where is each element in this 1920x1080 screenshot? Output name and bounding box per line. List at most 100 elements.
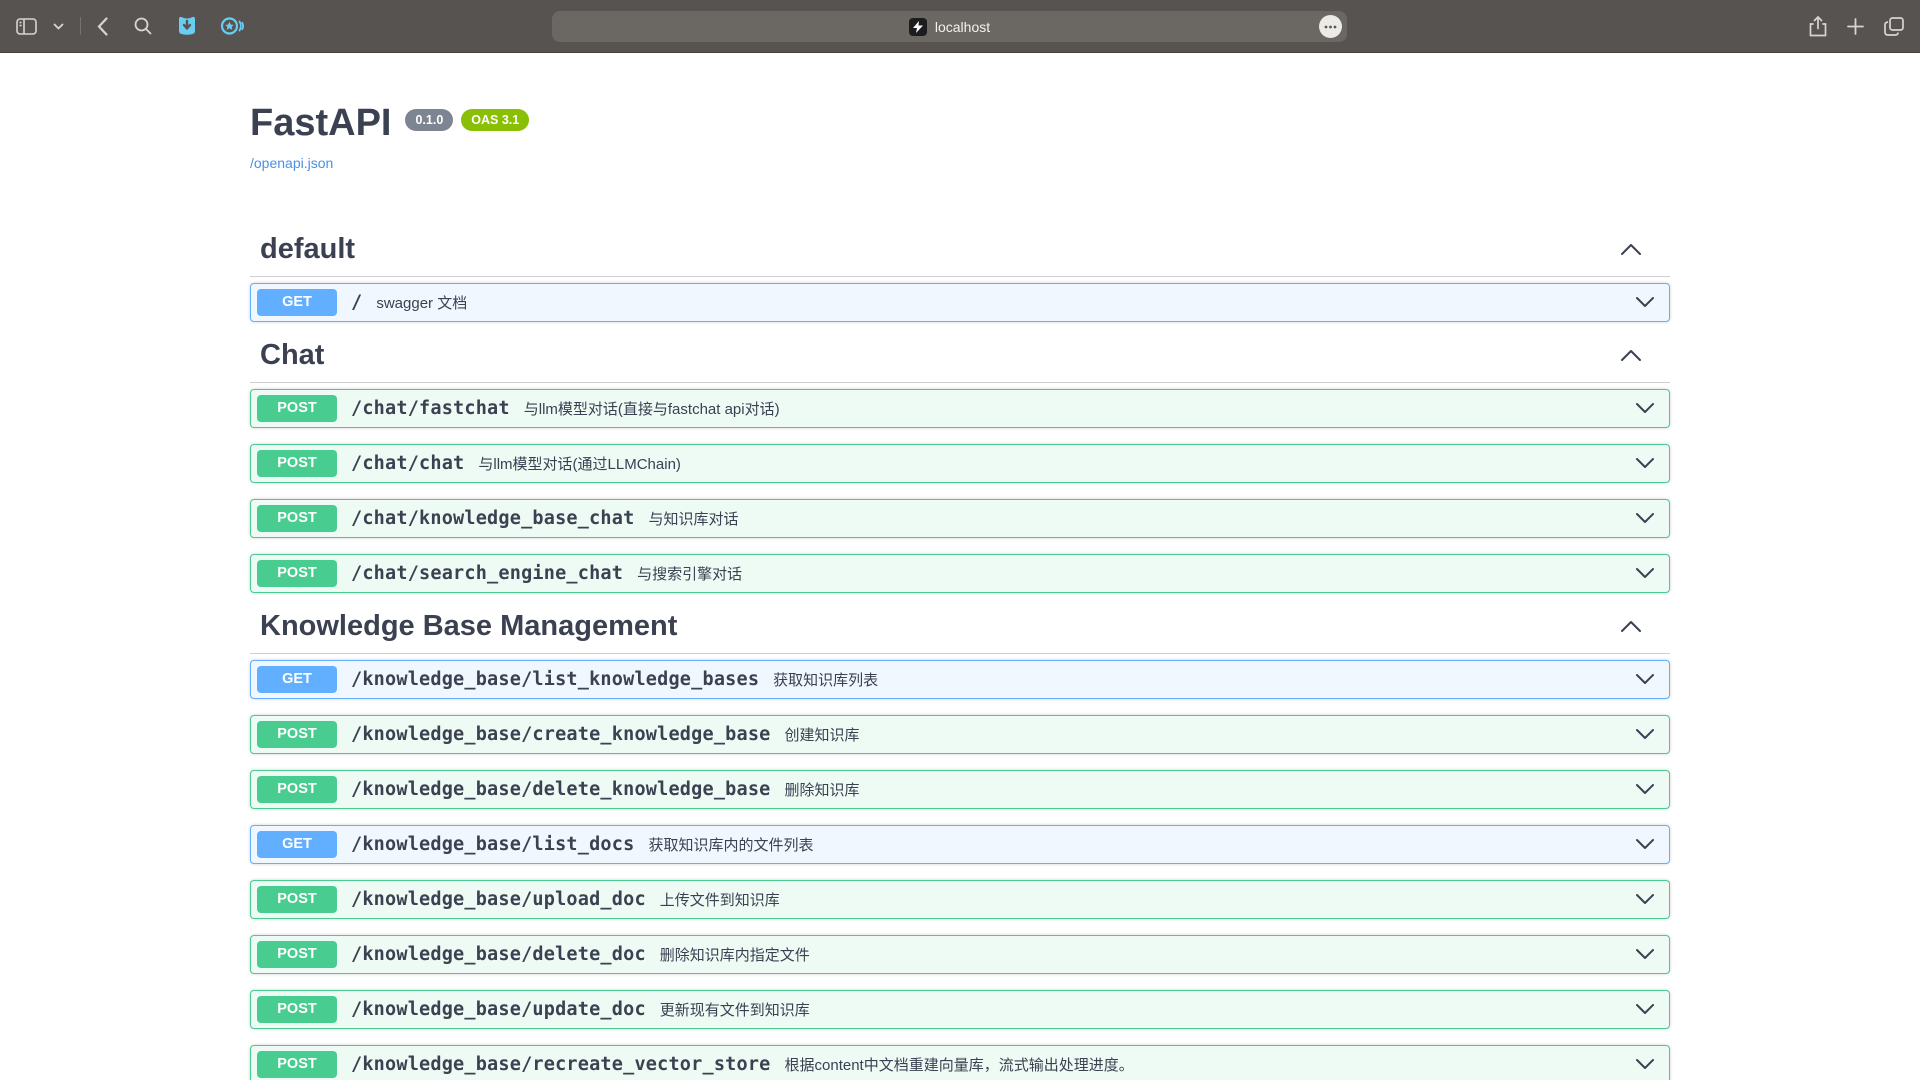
section-title: default [260,233,355,266]
new-tab-icon[interactable] [1847,18,1864,35]
endpoint-row[interactable]: POST /chat/chat 与llm模型对话(通过LLMChain) [250,444,1670,483]
endpoint-path: /chat/fastchat [351,398,510,419]
endpoint-path: /chat/knowledge_base_chat [351,508,634,529]
version-badge: 0.1.0 [405,109,453,131]
oas-badge: OAS 3.1 [461,109,529,131]
collapse-chevron-up-icon[interactable] [1620,620,1642,633]
toolbar-separator [80,17,81,35]
expand-chevron-down-icon[interactable] [1635,1058,1655,1070]
tabs-overview-icon[interactable] [1884,17,1904,36]
endpoint-row[interactable]: POST /chat/fastchat 与llm模型对话(直接与fastchat… [250,389,1670,428]
method-badge: GET [257,831,337,858]
endpoint-row[interactable]: POST /knowledge_base/create_knowledge_ba… [250,715,1670,754]
endpoint-description: 删除知识库内指定文件 [660,944,810,965]
section-rows: POST /chat/fastchat 与llm模型对话(直接与fastchat… [250,389,1670,593]
url-text: localhost [935,19,990,35]
browser-toolbar: localhost [0,0,1920,53]
endpoint-path: /knowledge_base/delete_knowledge_base [351,779,771,800]
endpoint-path: / [351,292,362,313]
method-badge: POST [257,505,337,532]
section-header[interactable]: Chat [250,339,1670,383]
endpoint-row[interactable]: POST /chat/search_engine_chat 与搜索引擎对话 [250,554,1670,593]
expand-chevron-down-icon[interactable] [1635,457,1655,469]
endpoint-row[interactable]: POST /knowledge_base/delete_knowledge_ba… [250,770,1670,809]
endpoint-description: 更新现有文件到知识库 [660,999,810,1020]
api-section: Knowledge Base Management GET /knowledge… [250,610,1670,1080]
method-badge: GET [257,666,337,693]
method-badge: POST [257,886,337,913]
expand-chevron-down-icon[interactable] [1635,783,1655,795]
section-header[interactable]: Knowledge Base Management [250,610,1670,654]
endpoint-description: 创建知识库 [785,724,860,745]
api-section: Chat POST /chat/fastchat 与llm模型对话(直接与fas… [250,339,1670,593]
endpoint-path: /chat/chat [351,453,464,474]
address-bar[interactable]: localhost [552,11,1347,42]
expand-chevron-down-icon[interactable] [1635,296,1655,308]
endpoint-row[interactable]: GET /knowledge_base/list_docs 获取知识库内的文件列… [250,825,1670,864]
expand-chevron-down-icon[interactable] [1635,567,1655,579]
endpoint-path: /knowledge_base/create_knowledge_base [351,724,771,745]
method-badge: POST [257,941,337,968]
expand-chevron-down-icon[interactable] [1635,893,1655,905]
collapse-chevron-up-icon[interactable] [1620,349,1642,362]
sidebar-icon[interactable] [16,18,37,35]
expand-chevron-down-icon[interactable] [1635,1003,1655,1015]
section-rows: GET /knowledge_base/list_knowledge_bases… [250,660,1670,1080]
more-options-icon[interactable] [1319,15,1342,38]
endpoint-description: 获取知识库列表 [773,669,878,690]
endpoint-row[interactable]: POST /knowledge_base/update_doc 更新现有文件到知… [250,990,1670,1029]
openapi-spec-link[interactable]: /openapi.json [250,155,333,171]
sidebar-chevron-down-icon[interactable] [53,23,64,30]
endpoint-description: 删除知识库 [785,779,860,800]
method-badge: POST [257,450,337,477]
endpoint-row[interactable]: GET / swagger 文档 [250,283,1670,322]
endpoint-row[interactable]: POST /chat/knowledge_base_chat 与知识库对话 [250,499,1670,538]
endpoint-path: /knowledge_base/recreate_vector_store [351,1054,771,1075]
share-icon[interactable] [1809,16,1827,37]
endpoint-row[interactable]: POST /knowledge_base/recreate_vector_sto… [250,1045,1670,1080]
site-favicon [909,18,927,36]
expand-chevron-down-icon[interactable] [1635,948,1655,960]
expand-chevron-down-icon[interactable] [1635,728,1655,740]
section-header[interactable]: default [250,233,1670,277]
method-badge: POST [257,395,337,422]
endpoint-description: 与知识库对话 [648,508,738,529]
back-icon[interactable] [97,17,108,36]
method-badge: POST [257,1051,337,1078]
api-section: default GET / swagger 文档 [250,233,1670,322]
section-title: Knowledge Base Management [260,610,677,643]
endpoint-row[interactable]: POST /knowledge_base/delete_doc 删除知识库内指定… [250,935,1670,974]
expand-chevron-down-icon[interactable] [1635,402,1655,414]
endpoint-description: 与llm模型对话(直接与fastchat api对话) [524,398,780,419]
method-badge: POST [257,776,337,803]
method-badge: POST [257,996,337,1023]
endpoint-description: swagger 文档 [376,292,467,313]
method-badge: GET [257,289,337,316]
endpoint-description: 获取知识库内的文件列表 [648,834,813,855]
endpoint-description: 根据content中文档重建向量库，流式输出处理进度。 [785,1054,1134,1075]
method-badge: POST [257,721,337,748]
endpoint-row[interactable]: POST /knowledge_base/upload_doc 上传文件到知识库 [250,880,1670,919]
collapse-chevron-up-icon[interactable] [1620,243,1642,256]
endpoint-path: /knowledge_base/upload_doc [351,889,646,910]
api-title: FastAPI [250,103,391,145]
endpoint-path: /knowledge_base/delete_doc [351,944,646,965]
method-badge: POST [257,560,337,587]
api-info: FastAPI 0.1.0 OAS 3.1 /openapi.json [250,53,1670,173]
extension-star-broadcast-icon[interactable] [220,15,246,37]
endpoint-path: /knowledge_base/list_knowledge_bases [351,669,759,690]
endpoint-row[interactable]: GET /knowledge_base/list_knowledge_bases… [250,660,1670,699]
extension-shield-download-icon[interactable] [176,15,198,37]
expand-chevron-down-icon[interactable] [1635,838,1655,850]
section-title: Chat [260,339,324,372]
endpoint-path: /knowledge_base/update_doc [351,999,646,1020]
search-icon[interactable] [134,17,152,35]
endpoint-description: 与搜索引擎对话 [637,563,742,584]
sections: default GET / swagger 文档 Chat POST /chat… [250,233,1670,1080]
endpoint-path: /knowledge_base/list_docs [351,834,634,855]
endpoint-description: 与llm模型对话(通过LLMChain) [478,453,681,474]
endpoint-path: /chat/search_engine_chat [351,563,623,584]
expand-chevron-down-icon[interactable] [1635,673,1655,685]
expand-chevron-down-icon[interactable] [1635,512,1655,524]
page-content: FastAPI 0.1.0 OAS 3.1 /openapi.json defa… [0,53,1920,1080]
